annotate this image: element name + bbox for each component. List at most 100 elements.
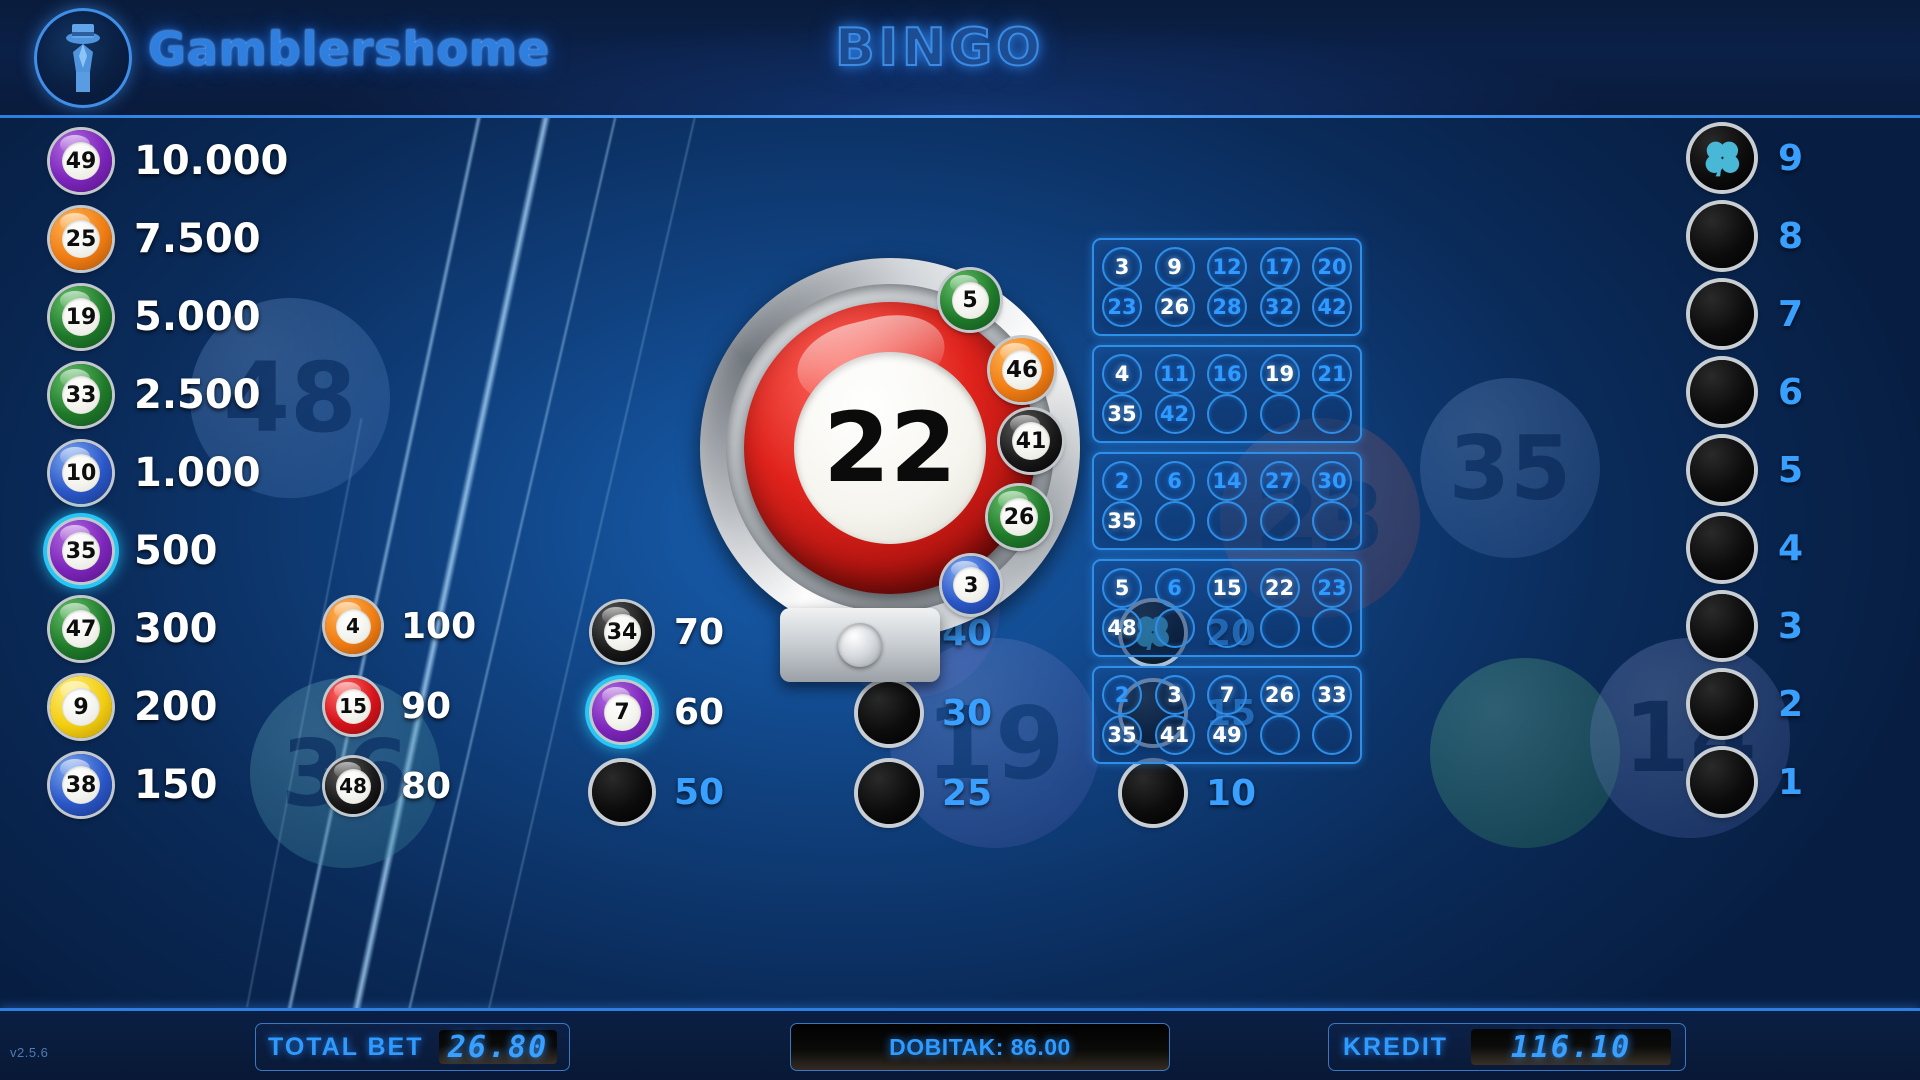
- bingo-cell-marked[interactable]: 3: [1154, 675, 1195, 715]
- paytable-ball[interactable]: 41: [1000, 410, 1062, 472]
- payout-row[interactable]: 49 10.000: [50, 130, 288, 192]
- bingo-cell[interactable]: 6: [1154, 568, 1195, 608]
- paytable-ball[interactable]: 3: [942, 556, 1000, 614]
- bingo-cell[interactable]: 42: [1312, 287, 1352, 327]
- payout-row[interactable]: 9 200: [50, 676, 218, 738]
- payout-row[interactable]: 1: [1690, 750, 1803, 814]
- bingo-card[interactable]: 2 6 14 27 30 35: [1092, 452, 1362, 550]
- bingo-cell-empty[interactable]: [1259, 501, 1300, 541]
- bingo-cell[interactable]: 30: [1312, 461, 1352, 501]
- paytable-ball[interactable]: 25: [50, 208, 112, 270]
- paytable-ball[interactable]: 38: [50, 754, 112, 816]
- bingo-cell[interactable]: 11: [1154, 354, 1195, 394]
- paytable-ball[interactable]: 47: [50, 598, 112, 660]
- bingo-cell[interactable]: 21: [1312, 354, 1352, 394]
- paytable-ball[interactable]: 10: [50, 442, 112, 504]
- bingo-cell-marked[interactable]: 22: [1259, 568, 1300, 608]
- bingo-cell-empty[interactable]: [1312, 608, 1352, 648]
- payout-row[interactable]: 35 500: [50, 520, 218, 582]
- paytable-ball-blank[interactable]: [592, 762, 652, 822]
- payout-row[interactable]: 38 150: [50, 754, 218, 816]
- paytable-ball[interactable]: 35: [50, 520, 112, 582]
- paytable-ball-blank[interactable]: [1690, 594, 1754, 658]
- payout-row[interactable]: 6: [1690, 360, 1803, 424]
- bingo-cell-empty[interactable]: [1312, 394, 1352, 434]
- paytable-ball[interactable]: 33: [50, 364, 112, 426]
- bingo-cell-marked[interactable]: 19: [1259, 354, 1300, 394]
- payout-row[interactable]: 19 5.000: [50, 286, 261, 348]
- bingo-cell-marked[interactable]: 33: [1312, 675, 1352, 715]
- bingo-cell-empty[interactable]: [1207, 394, 1247, 434]
- payout-row[interactable]: 25: [858, 762, 992, 824]
- payout-row[interactable]: 48 80: [325, 758, 451, 814]
- bingo-cell-marked[interactable]: 26: [1154, 287, 1195, 327]
- bingo-cell-empty[interactable]: [1312, 501, 1352, 541]
- paytable-ball-blank[interactable]: [1690, 438, 1754, 502]
- bingo-cell-empty[interactable]: [1207, 501, 1247, 541]
- bingo-cell-marked[interactable]: 5: [1102, 568, 1142, 608]
- bingo-cell[interactable]: 6: [1154, 461, 1195, 501]
- machine-knob[interactable]: [838, 623, 882, 667]
- bingo-cell-marked[interactable]: 3: [1102, 247, 1142, 287]
- payout-row[interactable]: 2: [1690, 672, 1803, 736]
- payout-row[interactable]: 15 90: [325, 678, 451, 734]
- paytable-ball[interactable]: 46: [990, 338, 1054, 402]
- paytable-ball[interactable]: 48: [325, 758, 381, 814]
- paytable-ball[interactable]: 5: [940, 270, 1000, 330]
- recent-draw-ball[interactable]: 41: [1000, 410, 1062, 472]
- paytable-ball[interactable]: 9: [50, 676, 112, 738]
- bingo-cell[interactable]: 23: [1102, 287, 1142, 327]
- bingo-cell[interactable]: 16: [1207, 354, 1247, 394]
- payout-row[interactable]: 7: [1690, 282, 1803, 346]
- recent-draw-ball[interactable]: 5: [940, 270, 1000, 330]
- bingo-cell-marked[interactable]: 35: [1102, 501, 1142, 541]
- bingo-cell[interactable]: 12: [1207, 247, 1247, 287]
- bingo-card[interactable]: 3 9 12 17 20 23 26 28 32 42: [1092, 238, 1362, 336]
- bingo-cell-marked[interactable]: 35: [1102, 715, 1142, 755]
- paytable-ball[interactable]: 15: [325, 678, 381, 734]
- paytable-ball-blank[interactable]: [1690, 516, 1754, 580]
- bingo-cell-marked[interactable]: 9: [1154, 247, 1195, 287]
- bingo-cell-marked[interactable]: 7: [1207, 675, 1247, 715]
- paytable-ball-blank[interactable]: [1690, 204, 1754, 268]
- bingo-card[interactable]: 2 3 7 26 33 35 41 49: [1092, 666, 1362, 764]
- bingo-cell-empty[interactable]: [1259, 608, 1300, 648]
- bingo-card[interactable]: 5 6 15 22 23 48: [1092, 559, 1362, 657]
- payout-row[interactable]: 47 300: [50, 598, 218, 660]
- payout-row[interactable]: 4 100: [325, 598, 476, 654]
- recent-draw-ball[interactable]: 46: [990, 338, 1054, 402]
- bingo-cell-marked[interactable]: 26: [1259, 675, 1300, 715]
- paytable-ball-blank[interactable]: [858, 762, 920, 824]
- payout-row[interactable]: 50: [592, 762, 724, 822]
- bingo-cell-empty[interactable]: [1154, 501, 1195, 541]
- bingo-cell[interactable]: 17: [1259, 247, 1300, 287]
- paytable-ball-blank[interactable]: [1690, 360, 1754, 424]
- bingo-cell[interactable]: 2: [1102, 461, 1142, 501]
- bingo-cell-marked[interactable]: 48: [1102, 608, 1142, 648]
- paytable-ball[interactable]: 34: [592, 602, 652, 662]
- bingo-cell-marked[interactable]: 49: [1207, 715, 1247, 755]
- bingo-cell[interactable]: 32: [1259, 287, 1300, 327]
- bingo-cell[interactable]: 42: [1154, 394, 1195, 434]
- total-bet-panel[interactable]: TOTAL BET 26.80: [255, 1023, 570, 1071]
- bingo-cell[interactable]: 23: [1312, 568, 1352, 608]
- bingo-cell-marked[interactable]: 15: [1207, 568, 1247, 608]
- paytable-ball-blank[interactable]: [1690, 750, 1754, 814]
- payout-row[interactable]: 3: [1690, 594, 1803, 658]
- bingo-cell[interactable]: 28: [1207, 287, 1247, 327]
- recent-draw-ball[interactable]: 3: [942, 556, 1000, 614]
- bingo-cell[interactable]: 2: [1102, 675, 1142, 715]
- paytable-ball-blank[interactable]: [1690, 282, 1754, 346]
- bingo-cell[interactable]: 14: [1207, 461, 1247, 501]
- bingo-cell-empty[interactable]: [1259, 715, 1300, 755]
- bingo-cell[interactable]: 27: [1259, 461, 1300, 501]
- payout-row[interactable]: 9: [1690, 126, 1803, 190]
- bingo-cell-empty[interactable]: [1312, 715, 1352, 755]
- paytable-ball[interactable]: 7: [592, 682, 652, 742]
- kredit-panel[interactable]: KREDIT 116.10: [1328, 1023, 1686, 1071]
- bingo-cell-marked[interactable]: 4: [1102, 354, 1142, 394]
- bingo-cell[interactable]: 20: [1312, 247, 1352, 287]
- bingo-cell-empty[interactable]: [1207, 608, 1247, 648]
- paytable-ball[interactable]: 26: [988, 486, 1050, 548]
- bingo-cell-empty[interactable]: [1259, 394, 1300, 434]
